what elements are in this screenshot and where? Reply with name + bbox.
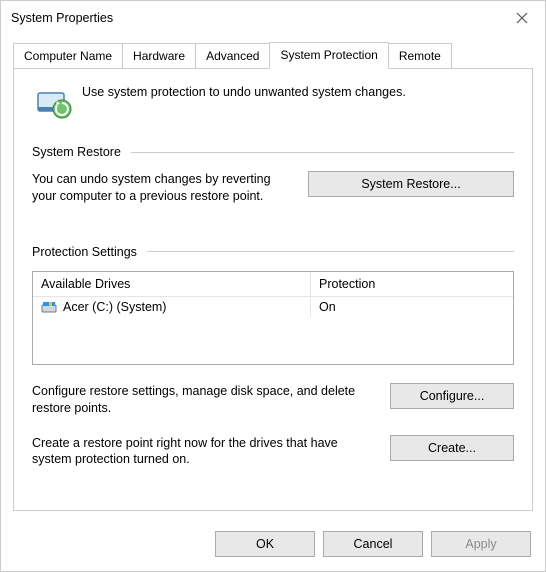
close-icon[interactable]	[499, 3, 545, 33]
system-restore-description: You can undo system changes by reverting…	[32, 171, 290, 205]
configure-button[interactable]: Configure...	[390, 383, 514, 409]
section-title-protection-settings: Protection Settings	[32, 245, 137, 259]
configure-description: Configure restore settings, manage disk …	[32, 383, 372, 417]
tabs-container: Computer Name Hardware Advanced System P…	[1, 35, 545, 68]
configure-row: Configure restore settings, manage disk …	[32, 383, 514, 417]
column-header-protection[interactable]: Protection	[311, 272, 513, 297]
section-header-protection-settings: Protection Settings	[32, 245, 514, 259]
window-title: System Properties	[11, 11, 499, 25]
tab-computer-name[interactable]: Computer Name	[13, 43, 123, 69]
tab-remote[interactable]: Remote	[388, 43, 452, 69]
drives-table-header: Available Drives Protection	[33, 272, 513, 297]
create-row: Create a restore point right now for the…	[32, 435, 514, 469]
apply-button[interactable]: Apply	[431, 531, 531, 557]
divider	[131, 152, 514, 153]
section-header-system-restore: System Restore	[32, 145, 514, 159]
drives-table: Available Drives Protection Acer (C:) (S…	[32, 271, 514, 365]
drive-protection-status: On	[311, 297, 513, 317]
tab-system-protection[interactable]: System Protection	[269, 42, 388, 69]
column-header-drives[interactable]: Available Drives	[33, 272, 311, 297]
drive-icon	[41, 300, 57, 314]
section-title-system-restore: System Restore	[32, 145, 121, 159]
intro-row: Use system protection to undo unwanted s…	[32, 83, 514, 123]
titlebar: System Properties	[1, 1, 545, 35]
ok-button[interactable]: OK	[215, 531, 315, 557]
cancel-button[interactable]: Cancel	[323, 531, 423, 557]
dialog-footer: OK Cancel Apply	[1, 521, 545, 571]
tab-strip: Computer Name Hardware Advanced System P…	[13, 41, 533, 68]
system-properties-window: System Properties Computer Name Hardware…	[0, 0, 546, 572]
system-protection-icon	[32, 83, 72, 123]
system-restore-button[interactable]: System Restore...	[308, 171, 514, 197]
drive-name: Acer (C:) (System)	[63, 300, 166, 314]
tab-advanced[interactable]: Advanced	[195, 43, 270, 69]
system-restore-row: You can undo system changes by reverting…	[32, 171, 514, 205]
tab-panel-system-protection: Use system protection to undo unwanted s…	[13, 68, 533, 511]
table-row[interactable]: Acer (C:) (System) On	[33, 297, 513, 317]
intro-text: Use system protection to undo unwanted s…	[82, 83, 406, 99]
create-description: Create a restore point right now for the…	[32, 435, 372, 469]
divider	[147, 251, 514, 252]
tab-hardware[interactable]: Hardware	[122, 43, 196, 69]
create-button[interactable]: Create...	[390, 435, 514, 461]
